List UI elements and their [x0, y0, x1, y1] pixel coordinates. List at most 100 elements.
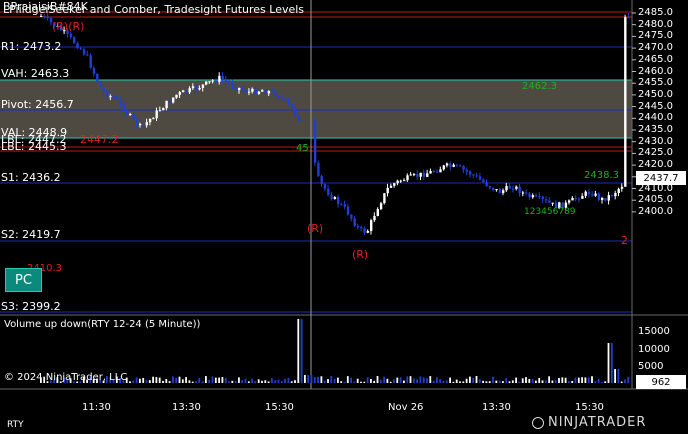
volume-bar [274, 380, 277, 383]
candle-body [172, 97, 175, 103]
candle-body [525, 192, 528, 194]
candle-body [208, 81, 211, 83]
volume-bar [508, 381, 511, 383]
candle-body [505, 185, 508, 191]
candle-body [495, 189, 498, 191]
candle-body [439, 169, 442, 173]
green-level-2438-label: 2438.3 [584, 170, 619, 181]
volume-bar [376, 376, 379, 383]
volume-bar [406, 376, 409, 383]
volume-bar [241, 380, 244, 383]
volume-bar [535, 380, 537, 383]
volume-bar [459, 381, 461, 383]
candle-body [92, 67, 96, 74]
volume-bar [205, 376, 207, 383]
candle-body [346, 206, 350, 215]
volume-bar [290, 381, 293, 383]
candle-body [442, 165, 445, 170]
volume-bar [208, 379, 211, 383]
candle-body [300, 120, 304, 122]
volume-bar [525, 377, 527, 383]
volume-bar [277, 379, 280, 383]
candle-body [122, 103, 125, 112]
volume-bar [231, 380, 234, 383]
candle-body [528, 193, 531, 198]
time-axis-label: 15:30 [265, 402, 294, 413]
volume-bar [218, 377, 220, 383]
volume-bar [429, 376, 432, 383]
candle-body [416, 174, 419, 177]
candle-body [135, 118, 139, 126]
candle-body [320, 175, 323, 184]
volume-bar [488, 381, 491, 383]
candle-body [290, 104, 294, 109]
volume-bar [396, 377, 399, 383]
candle-body [617, 188, 620, 194]
candle-body [106, 91, 109, 97]
price-axis-label: 2485.0 [638, 7, 673, 18]
volume-bar [181, 379, 184, 383]
volume-bar [228, 381, 230, 383]
candle-body [429, 171, 432, 174]
price-chart-canvas[interactable] [0, 0, 688, 434]
pivot-label: Pivot: 2456.7 [1, 98, 74, 111]
candle-body [574, 198, 577, 200]
volume-bar [251, 378, 253, 383]
candle-body [155, 110, 158, 119]
volume-bar [607, 343, 610, 383]
candle-body [360, 227, 363, 229]
candle-body [426, 173, 429, 177]
last-volume-marker: 962 [636, 375, 686, 389]
candle-body [459, 165, 462, 167]
price-axis-label: 2435.0 [638, 124, 673, 135]
volume-bar [528, 379, 531, 383]
candle-body [165, 100, 168, 109]
candle-body [271, 90, 274, 92]
candle-body [280, 97, 284, 99]
volume-bar [132, 380, 135, 383]
volume-bar [162, 380, 164, 383]
candle-body [406, 175, 409, 181]
volume-bar [129, 381, 131, 383]
volume-bar [360, 381, 362, 383]
volume-bar [386, 378, 389, 383]
pc-button[interactable]: PC [5, 268, 42, 292]
candle-body [379, 203, 383, 210]
candle-body [403, 180, 406, 182]
candle-body [168, 100, 172, 103]
candle-body [43, 15, 46, 17]
volume-bar [538, 377, 541, 383]
candle-body [158, 110, 162, 112]
candle-body [531, 195, 535, 198]
candle-body [363, 228, 366, 233]
candle-body [82, 49, 86, 55]
candle-body [482, 179, 485, 183]
volume-bar [211, 376, 214, 383]
candle-body [185, 90, 188, 93]
candle-body [399, 180, 403, 182]
volume-bar [531, 379, 534, 383]
candle-body [389, 185, 393, 188]
volume-bar [604, 381, 607, 383]
candle-body [251, 88, 254, 92]
volume-bar [465, 378, 468, 383]
volume-bar [574, 377, 577, 383]
candle-body [337, 196, 340, 204]
candle-body [436, 171, 439, 173]
volume-bar [505, 378, 508, 383]
candle-body [548, 200, 551, 203]
candle-body [577, 198, 581, 200]
volume-bar [422, 377, 425, 383]
volume-bar [614, 369, 616, 383]
volume-bar [389, 381, 392, 383]
volume-bar [261, 380, 263, 383]
time-axis-label: 13:30 [482, 402, 511, 413]
candle-body [139, 124, 142, 126]
candle-body [261, 90, 264, 92]
price-axis-label: 2475.0 [638, 30, 673, 42]
candle-body [284, 98, 287, 100]
candle-body [465, 169, 469, 172]
candle-body [607, 195, 610, 201]
candle-body [343, 204, 346, 207]
volume-bar [139, 378, 141, 383]
